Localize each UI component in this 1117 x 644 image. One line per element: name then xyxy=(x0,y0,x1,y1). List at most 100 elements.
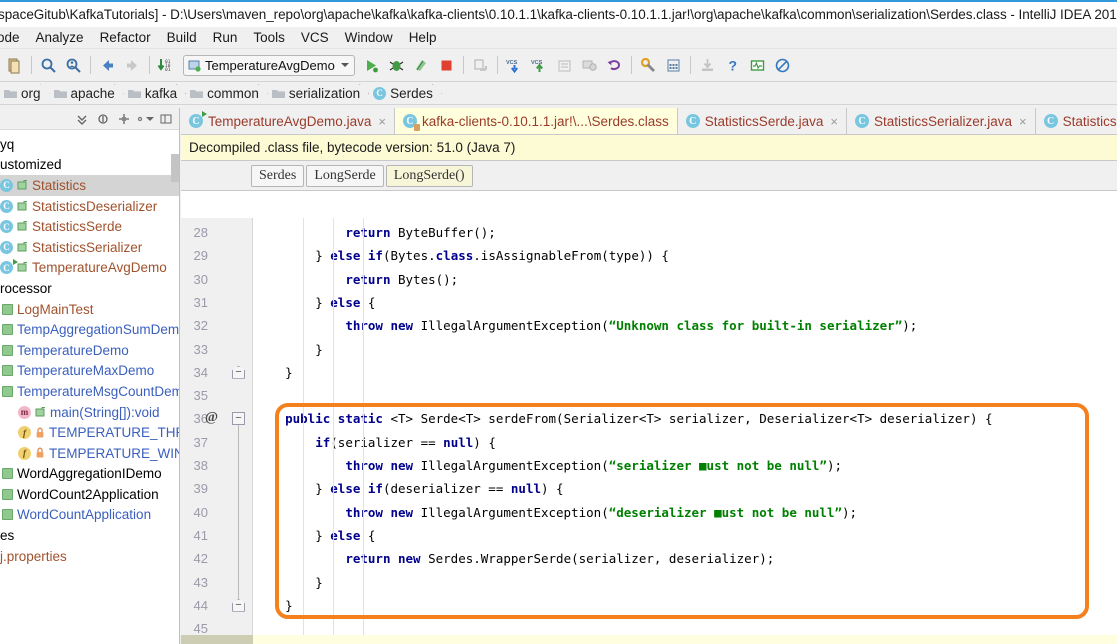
tree-item[interactable]: C TemperatureAvgDemo xyxy=(0,258,179,279)
tree-item[interactable]: TemperatureMsgCountDemo xyxy=(0,381,179,402)
menu-build[interactable]: Build xyxy=(159,30,205,45)
close-icon[interactable]: × xyxy=(1019,114,1027,129)
editor-tab[interactable]: C TemperatureAvgDemo.java × xyxy=(181,108,395,134)
line-number: 34 xyxy=(193,364,208,380)
debug-icon[interactable] xyxy=(384,53,409,78)
find-usages-icon[interactable] xyxy=(61,53,86,78)
tree-item[interactable]: C StatisticsDeserializer xyxy=(0,196,179,217)
fold-marker-cap[interactable]: − xyxy=(232,365,245,379)
code-token: class xyxy=(435,248,474,264)
breadcrumb-item-common[interactable]: common xyxy=(186,82,268,104)
editor-tab-label: StatisticsSerde.java xyxy=(704,113,824,129)
tree-item[interactable]: m main(String[]):void xyxy=(0,402,179,423)
menu-bar: ode Analyze Refactor Build Run Tools VCS… xyxy=(0,27,1117,49)
editor-tab[interactable]: C StatisticsSerializer.java × xyxy=(847,108,1036,134)
navigate-back-icon[interactable] xyxy=(95,53,120,78)
tree-item[interactable]: rocessor xyxy=(0,278,179,299)
gear-icon[interactable] xyxy=(136,110,154,128)
tree-item[interactable]: C StatisticsSerializer xyxy=(0,237,179,258)
code-token: ); xyxy=(842,504,858,520)
code-editor[interactable]: 282930313233343536@37383940414243444546@… xyxy=(181,218,1117,644)
menu-help[interactable]: Help xyxy=(401,30,445,45)
menu-code[interactable]: ode xyxy=(0,30,28,45)
editor-tab[interactable]: Ckafka-clients-0.10.1.1.jar!\...\Serdes.… xyxy=(394,108,678,134)
settings-icon[interactable] xyxy=(636,53,661,78)
tree-item[interactable]: ustomized xyxy=(0,155,179,176)
menu-vcs[interactable]: VCS xyxy=(293,30,337,45)
fold-marker-cap[interactable]: − xyxy=(232,598,245,612)
code-token: “serializer ■ust not be null” xyxy=(608,458,827,473)
help-icon[interactable]: ? xyxy=(720,53,745,78)
java-file-icon xyxy=(2,385,13,397)
public-method-badge-icon xyxy=(35,406,46,418)
horizontal-scrollbar[interactable] xyxy=(253,635,1117,644)
editor-tab[interactable]: C StatisticsSerde.java × xyxy=(678,108,847,134)
tree-item[interactable]: TempAggregationSumDemo xyxy=(0,319,179,340)
update-project-icon[interactable]: 01 10 01 xyxy=(154,53,179,78)
menu-window[interactable]: Window xyxy=(337,30,401,45)
menu-refactor[interactable]: Refactor xyxy=(92,30,159,45)
run-icon[interactable] xyxy=(359,53,384,78)
search-icon[interactable] xyxy=(36,53,61,78)
code-token: IllegalArgumentException( xyxy=(413,504,609,520)
tree-item[interactable]: TemperatureMaxDemo xyxy=(0,361,179,382)
tree-item[interactable]: es xyxy=(0,525,179,546)
no-entry-icon[interactable] xyxy=(770,53,795,78)
tree-item[interactable]: C StatisticsSerde xyxy=(0,216,179,237)
breadcrumb-label: kafka xyxy=(144,85,178,101)
public-method-badge-icon xyxy=(17,241,28,253)
tree-item[interactable]: TemperatureDemo xyxy=(0,340,179,361)
vcs-update-icon[interactable]: VCS xyxy=(502,53,527,78)
undo-icon[interactable] xyxy=(602,53,627,78)
menu-tools[interactable]: Tools xyxy=(245,30,293,45)
project-tree-scrollbar[interactable] xyxy=(171,154,179,182)
tree-item[interactable]: j.properties xyxy=(0,546,179,567)
menu-analyze[interactable]: Analyze xyxy=(28,30,92,45)
menu-run[interactable]: Run xyxy=(205,30,246,45)
close-icon[interactable]: × xyxy=(378,114,386,129)
structure-crumb-longserde[interactable]: LongSerde xyxy=(306,164,384,187)
fold-marker-minus[interactable]: − xyxy=(232,412,245,426)
structure-crumb-serdes[interactable]: Serdes xyxy=(251,164,305,187)
hide-panel-icon[interactable] xyxy=(157,110,175,128)
line-number: 28 xyxy=(193,225,208,240)
private-lock-icon xyxy=(35,447,45,459)
tree-item[interactable]: WordAggregationIDemo xyxy=(0,464,179,485)
tree-item[interactable]: C Statistics xyxy=(0,175,179,196)
structure-crumb-longserde-method[interactable]: LongSerde() xyxy=(385,164,473,187)
editor-tab[interactable]: C StatisticsDese xyxy=(1036,108,1117,134)
breadcrumb-item-org[interactable]: org xyxy=(0,82,50,104)
open-project-icon[interactable] xyxy=(2,53,27,78)
monitor-icon[interactable] xyxy=(745,53,770,78)
horizontal-scrollbar-left[interactable] xyxy=(181,635,253,644)
close-icon[interactable]: × xyxy=(830,114,838,129)
scroll-to-source-icon[interactable] xyxy=(115,110,133,128)
tree-item[interactable]: WordCountApplication xyxy=(0,505,179,526)
code-token: .isAssignableFrom(type)) { xyxy=(473,248,669,264)
vcs-commit-icon[interactable]: VCS xyxy=(527,53,552,78)
project-tree-toolbar xyxy=(0,108,179,130)
tree-item[interactable]: yq xyxy=(0,134,179,155)
collapse-all-icon[interactable] xyxy=(73,110,91,128)
run-marker-icon xyxy=(202,111,207,117)
tree-item[interactable]: LogMainTest xyxy=(0,299,179,320)
breadcrumb-item-serialization[interactable]: serialization xyxy=(268,82,369,104)
annotation-gutter-icon[interactable]: @ xyxy=(205,410,218,426)
private-lock-icon xyxy=(35,427,45,439)
tree-item[interactable]: WordCount2Application xyxy=(0,484,179,505)
breadcrumb-item-serdes[interactable]: C Serdes xyxy=(369,82,442,104)
editor-gutter[interactable]: 282930313233343536@37383940414243444546@… xyxy=(181,218,253,644)
project-tree[interactable]: yq ustomized C Statistics C StatisticsDeseria… xyxy=(0,130,179,566)
line-number: 37 xyxy=(193,434,208,450)
run-configuration-selector[interactable]: TemperatureAvgDemo xyxy=(183,54,355,76)
chevron-down-icon[interactable] xyxy=(340,63,349,67)
breadcrumb-item-kafka[interactable]: kafka xyxy=(124,82,186,104)
expand-all-icon[interactable] xyxy=(94,110,112,128)
breadcrumb-item-apache[interactable]: apache xyxy=(50,82,124,104)
stop-icon[interactable] xyxy=(434,53,459,78)
run-coverage-icon[interactable] xyxy=(409,53,434,78)
tree-item[interactable]: f TEMPERATURE_WINDOW xyxy=(0,443,179,464)
project-structure-icon[interactable] xyxy=(661,53,686,78)
tree-item[interactable]: f TEMPERATURE_THRESHO xyxy=(0,422,179,443)
